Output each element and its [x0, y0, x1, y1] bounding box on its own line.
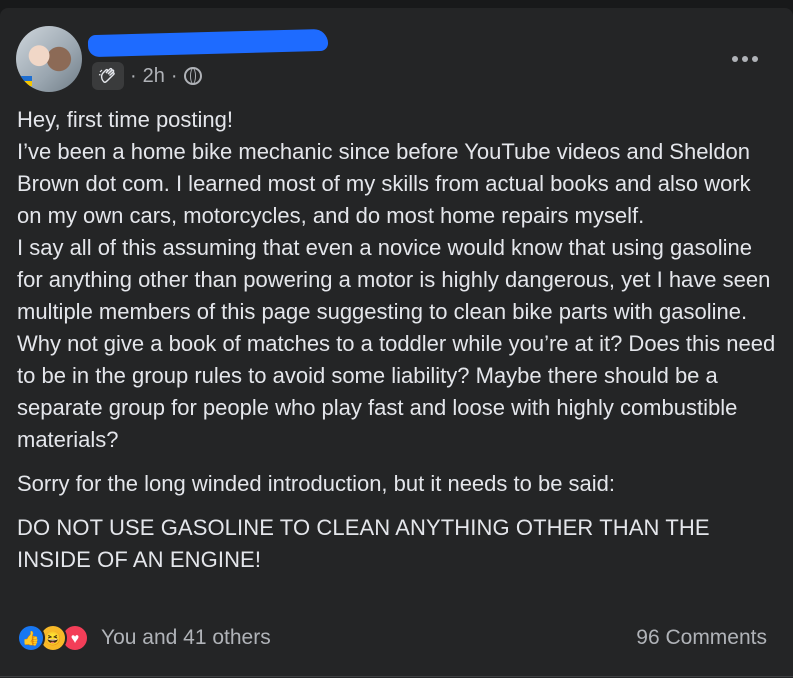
author-avatar[interactable] — [16, 26, 82, 92]
reactions-summary[interactable]: 👍 😆 ♥ You and 41 others — [17, 624, 271, 652]
post-card: · 2h · Hey, first time posting! I’ve bee… — [0, 8, 793, 678]
more-options-icon[interactable] — [732, 56, 758, 62]
post-meta: · 2h · — [92, 60, 202, 92]
post-header: · 2h · — [16, 26, 776, 96]
author-name-redacted[interactable] — [87, 28, 329, 58]
comments-count[interactable]: 96 Comments — [636, 626, 767, 650]
like-icon: 👍 — [17, 624, 45, 652]
post-paragraph: I say all of this assuming that even a n… — [17, 235, 776, 452]
post-paragraph: Sorry for the long winded introduction, … — [17, 471, 616, 496]
post-footer: 👍 😆 ♥ You and 41 others 96 Comments — [17, 622, 767, 654]
post-paragraph: DO NOT USE GASOLINE TO CLEAN ANYTHING OT… — [17, 515, 710, 572]
post-paragraph: I’ve been a home bike mechanic since bef… — [17, 139, 751, 228]
waving-hand-badge-icon[interactable] — [92, 62, 124, 90]
separator-dot: · — [170, 64, 178, 87]
post-paragraph: Hey, first time posting! — [17, 107, 233, 132]
globe-icon[interactable] — [183, 67, 202, 85]
post-text: Hey, first time posting! I’ve been a hom… — [17, 104, 777, 576]
divider — [0, 676, 793, 677]
ukraine-flag-icon — [20, 76, 32, 86]
reactions-count[interactable]: You and 41 others — [101, 626, 271, 650]
separator-dot: · — [130, 64, 137, 87]
post-timestamp[interactable]: 2h — [143, 65, 165, 88]
